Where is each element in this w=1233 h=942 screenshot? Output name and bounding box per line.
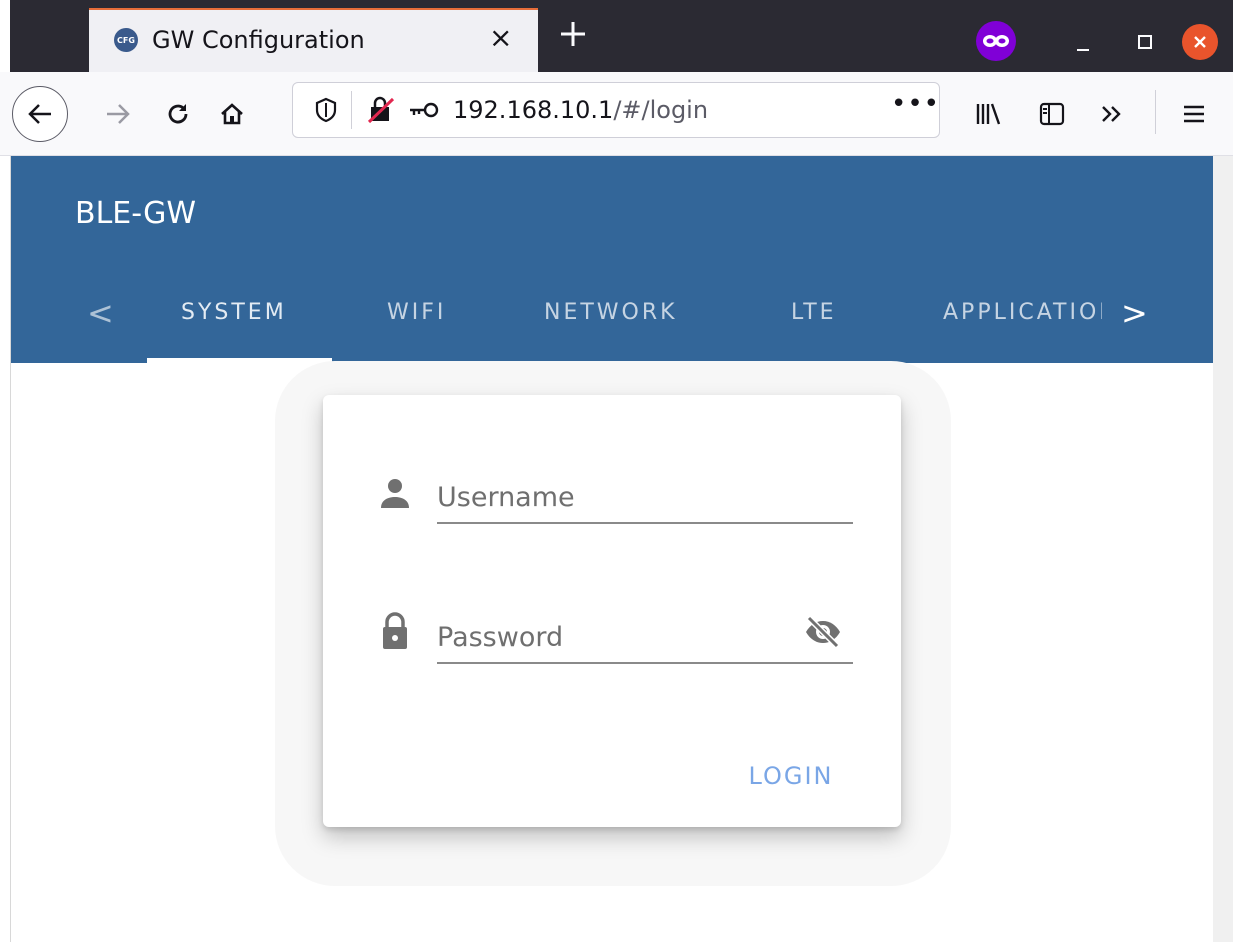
tab-overflow-clip: APPLICATION [935, 280, 1102, 363]
sidebar-icon[interactable] [1034, 96, 1070, 132]
tab-wifi[interactable]: WIFI [387, 300, 446, 325]
url-host: 192.168.10.1 [453, 96, 614, 124]
forward-icon [100, 96, 136, 132]
app-tabs: < SYSTEM WIFI NETWORK LTE APPLICATION > [11, 280, 1214, 363]
tab-strip-edge [0, 0, 10, 72]
reload-icon[interactable] [160, 96, 196, 132]
tab-lte[interactable]: LTE [791, 300, 837, 325]
home-icon[interactable] [214, 96, 250, 132]
app-header: BLE-GW < SYSTEM WIFI NETWORK LTE APPLICA… [11, 156, 1214, 363]
toggle-visibility-icon[interactable] [803, 612, 843, 652]
username-field[interactable]: Username [437, 482, 853, 524]
tab-title: GW Configuration [152, 26, 365, 54]
tab-close-icon[interactable]: × [489, 23, 512, 53]
navigation-toolbar: 192.168.10.1/#/login ••• [0, 72, 1233, 156]
close-window-icon[interactable] [1182, 24, 1218, 60]
person-icon [377, 475, 413, 511]
password-field[interactable]: Password [437, 622, 853, 664]
toolbar-separator [1155, 90, 1156, 134]
login-button[interactable]: LOGIN [726, 751, 856, 801]
favicon-icon: CFG [114, 28, 138, 52]
library-icon[interactable] [970, 96, 1006, 132]
hamburger-menu-icon[interactable] [1176, 96, 1212, 132]
scrollbar-track[interactable] [1213, 156, 1233, 942]
lock-icon [377, 611, 413, 649]
url-path: /#/login [613, 96, 709, 124]
app-brand: BLE-GW [75, 196, 197, 231]
tracking-protection-icon[interactable] [311, 95, 341, 125]
insecure-connection-icon[interactable] [365, 95, 399, 125]
page-actions-icon[interactable]: ••• [891, 89, 940, 119]
new-tab-icon[interactable] [557, 18, 589, 54]
url-separator [351, 91, 352, 129]
active-tab-indicator [147, 358, 332, 363]
username-placeholder: Username [437, 482, 575, 513]
url-text: 192.168.10.1/#/login [453, 96, 708, 124]
tab-network[interactable]: NETWORK [544, 300, 678, 325]
back-icon[interactable] [12, 86, 68, 142]
maximize-icon[interactable] [1125, 22, 1165, 62]
tabs-next-arrow[interactable]: > [1121, 294, 1148, 332]
page-viewport: BLE-GW < SYSTEM WIFI NETWORK LTE APPLICA… [10, 156, 1214, 942]
browser-tab[interactable]: CFG GW Configuration × [89, 8, 538, 72]
password-placeholder: Password [437, 622, 564, 653]
private-browsing-icon [976, 21, 1016, 61]
tab-application[interactable]: APPLICATION [943, 300, 1102, 325]
overflow-menu-icon[interactable] [1094, 96, 1130, 132]
tab-system[interactable]: SYSTEM [181, 300, 287, 325]
login-card: Username Password LOGIN [323, 395, 901, 827]
url-bar[interactable]: 192.168.10.1/#/login ••• [292, 82, 940, 138]
minimize-icon[interactable] [1063, 22, 1103, 62]
browser-tab-strip: CFG GW Configuration × [0, 0, 1233, 72]
key-icon[interactable] [405, 97, 441, 123]
tabs-prev-arrow[interactable]: < [87, 294, 114, 332]
